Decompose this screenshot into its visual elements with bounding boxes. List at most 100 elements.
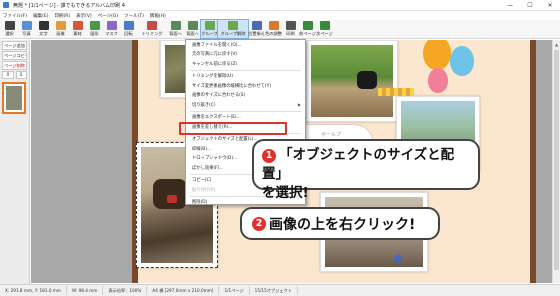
menu-edit[interactable]: 編集(E) xyxy=(33,13,48,19)
maximize-button[interactable]: ☐ xyxy=(520,0,540,11)
toolbar-button-0[interactable]: 選択 xyxy=(1,20,18,38)
window-title: 無題 * [1/1ページ] - 誰でもできるアルバム印刷 4 xyxy=(13,2,125,9)
callout-step-2: 2 画像の上を右クリック! xyxy=(240,207,440,240)
menu-view[interactable]: 表示(V) xyxy=(76,13,92,19)
menu-print[interactable]: 印刷(R) xyxy=(54,13,70,19)
text-icon xyxy=(38,21,49,30)
title-bar: 無題 * [1/1ページ] - 誰でもできるアルバム印刷 4 — ☐ ✕ xyxy=(0,0,560,11)
toolbar-button-11[interactable]: グループ xyxy=(200,19,219,39)
submenu-arrow-icon: ▶ xyxy=(297,102,301,108)
page-order-controls: ⇧ ⇩ xyxy=(2,71,27,79)
status-object-count: 15/15オブジェクト xyxy=(250,286,298,295)
context-menu-item[interactable]: 元の写真に元に戻す(V) xyxy=(186,50,305,60)
toolbar-button-4[interactable]: 素材 xyxy=(69,20,86,38)
context-menu-item[interactable]: 画像をエクスポート(E)... xyxy=(186,113,305,123)
align-icon xyxy=(251,21,262,30)
status-page-count: 1/1ページ xyxy=(219,286,250,295)
toolbar-label: 背面へ xyxy=(169,31,182,36)
context-menu-item[interactable]: 画像ファイルを開く(O)... xyxy=(186,40,305,50)
menu-bar: ファイル(F) 編集(E) 印刷(R) 表示(V) ページ(G) ツール(T) … xyxy=(0,11,560,20)
toolbar-label: 印刷 xyxy=(286,31,295,36)
toolbar: 選択 写真 文字 画像 素材 図形 マスク 回転 トリミング 背面へ 背面へ グループ グループ解除 位置… xyxy=(0,19,560,39)
context-menu-item[interactable]: キャンセル前に戻る(Z) xyxy=(186,59,305,69)
move-page-down-icon[interactable]: ⇩ xyxy=(15,71,27,79)
toolbar-button-2[interactable]: 文字 xyxy=(35,20,52,38)
toolbar-button-3[interactable]: 画像 xyxy=(52,20,69,38)
context-menu-item-label: 切り抜き(C) xyxy=(192,102,216,108)
toolbar-button-9[interactable]: 背面へ xyxy=(167,20,184,38)
add-page-button[interactable]: ページ追加 xyxy=(2,41,27,50)
toolbar-label: 写真 xyxy=(22,31,31,36)
toolbar-button-8[interactable]: トリミング xyxy=(137,20,167,38)
context-menu-item-label: キャンセル前に戻る(Z) xyxy=(192,61,237,67)
toolbar-label: 前ページ xyxy=(299,31,316,36)
context-menu-item-label: オブジェクトのサイズと配置(L)... xyxy=(192,137,258,143)
toolbar-button-16[interactable]: 前ページ xyxy=(299,20,316,38)
context-menu-item-label: ドロップシャドウ(D)... xyxy=(192,156,238,162)
rotate-icon xyxy=(123,21,134,30)
toolbar-button-12[interactable]: グループ解除 xyxy=(217,19,249,39)
toolbar-label: トリミング xyxy=(141,31,163,36)
toolbar-label: 画像 xyxy=(56,31,65,36)
close-button[interactable]: ✕ xyxy=(540,0,560,11)
context-menu-item-label: 元の写真に元に戻す(V) xyxy=(192,52,237,58)
toolbar-label: グループ解除 xyxy=(220,31,246,36)
toolbar-button-6[interactable]: マスク xyxy=(103,20,120,38)
menu-page[interactable]: ページ(G) xyxy=(98,13,118,19)
toolbar-button-10[interactable]: 背面へ xyxy=(184,20,201,38)
toolbar-button-14[interactable]: 色の調整 xyxy=(265,20,282,38)
context-menu-item-label: トリミングを解除(U) xyxy=(192,74,233,80)
toolbar-button-7[interactable]: 回転 xyxy=(120,20,137,38)
app-icon xyxy=(3,2,9,8)
delete-page-button[interactable]: ページ削除 xyxy=(2,61,27,70)
menu-info[interactable]: 情報(H) xyxy=(150,13,166,19)
status-paper-size: A4 横 [297.0mm x 210.0mm] xyxy=(147,286,220,295)
dog-shape xyxy=(153,179,187,209)
scrollbar-thumb[interactable] xyxy=(554,50,559,270)
toolbar-button-17[interactable]: 次ページ xyxy=(316,20,333,38)
toolbar-label: 次ページ xyxy=(316,31,333,36)
mask-icon xyxy=(106,21,117,30)
toolbar-button-1[interactable]: 写真 xyxy=(18,20,35,38)
dog-harness-shape xyxy=(167,195,177,203)
material-icon xyxy=(72,21,83,30)
scroll-up-icon[interactable]: ▲ xyxy=(553,40,560,48)
move-page-up-icon[interactable]: ⇧ xyxy=(2,71,14,79)
toolbar-button-15[interactable]: 印刷 xyxy=(282,20,299,38)
context-menu-item-label: 削除(D) xyxy=(192,200,208,206)
image-icon xyxy=(55,21,66,30)
callout-1-line-2: を選択! xyxy=(262,185,309,201)
tape-yellow-decor xyxy=(378,88,414,96)
photo-black-dog[interactable] xyxy=(306,40,398,122)
context-menu-item[interactable]: トリミングを解除(U) xyxy=(186,72,305,82)
callout-step-1: 1 「オブジェクトのサイズと配置」 を選択! xyxy=(252,139,480,201)
menu-tools[interactable]: ツール(T) xyxy=(124,13,144,19)
toolbar-label: 色の調整 xyxy=(265,31,282,36)
send-back-icon xyxy=(170,21,181,30)
menu-file[interactable]: ファイル(F) xyxy=(3,13,27,19)
vertical-scrollbar[interactable]: ▲ xyxy=(552,40,560,283)
star-icon: ✱ xyxy=(393,252,404,266)
toolbar-button-5[interactable]: 図形 xyxy=(86,20,103,38)
status-bar: X: 291.8 mm, Y: 181.0 mm W: 98.4 mm 表示倍率… xyxy=(0,284,560,296)
cursor-icon xyxy=(4,21,15,30)
black-dog-shape xyxy=(357,71,377,89)
color-adjust-icon xyxy=(268,21,279,30)
context-menu-item[interactable]: サイズ変更後画像の縦横比に合わせて(Y) xyxy=(186,81,305,91)
context-menu-item-label: 画像のサイズに合わせる(S) xyxy=(192,93,246,99)
copy-page-button[interactable]: ページコピー xyxy=(2,51,27,60)
context-menu-item[interactable]: 画像のサイズに合わせる(S) xyxy=(186,91,305,101)
prev-page-icon xyxy=(302,21,313,30)
photo-icon xyxy=(21,21,32,30)
page-thumbnail[interactable]: 1 xyxy=(2,82,26,114)
status-width: W: 98.4 mm xyxy=(67,286,104,295)
minimize-button[interactable]: — xyxy=(500,0,520,11)
context-menu-item-label: コピー(C) xyxy=(192,178,212,184)
context-menu-item-label: 画像をエクスポート(E)... xyxy=(192,115,241,121)
toolbar-button-13[interactable]: 位置揃え xyxy=(248,20,265,38)
toolbar-label: 位置揃え xyxy=(248,31,265,36)
toolbar-label: 文字 xyxy=(39,31,48,36)
balloon-orange-decor xyxy=(423,40,451,70)
context-menu-item[interactable]: 切り抜き(C) ▶ xyxy=(186,100,305,110)
step-2-number-icon: 2 xyxy=(252,216,266,231)
